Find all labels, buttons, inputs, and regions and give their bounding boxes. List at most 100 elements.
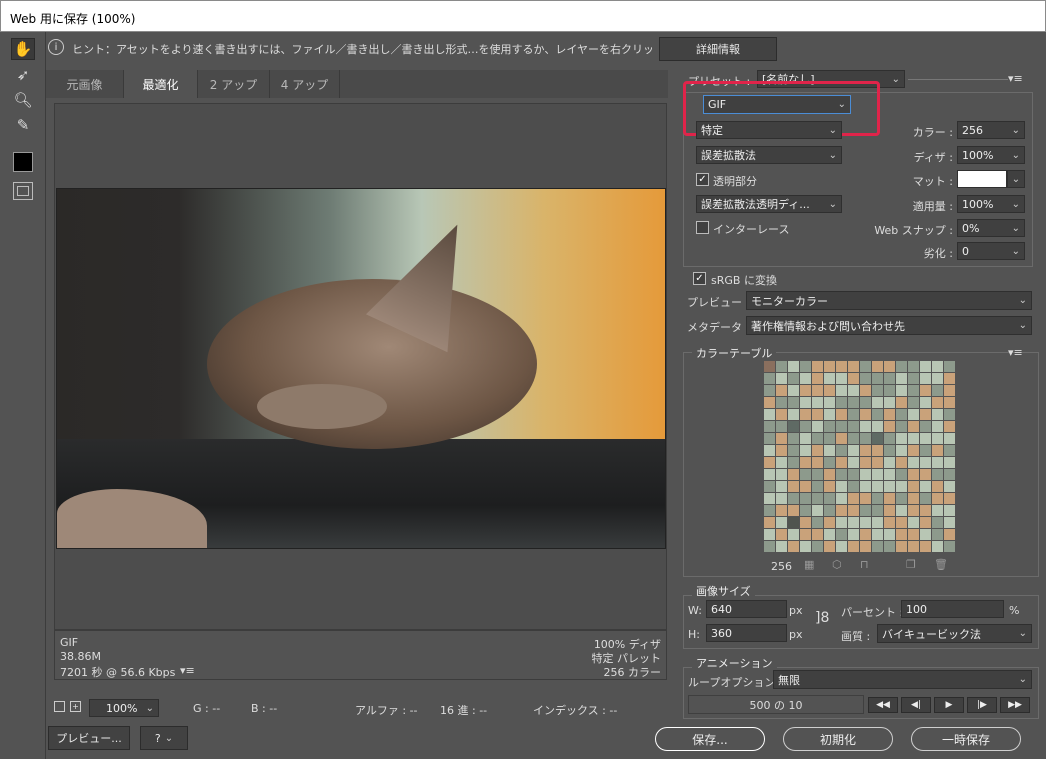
color-swatch[interactable] [944,541,955,552]
color-swatch[interactable] [860,373,871,384]
color-swatch[interactable] [812,529,823,540]
color-swatch[interactable] [872,493,883,504]
color-swatch[interactable] [788,517,799,528]
color-swatch[interactable] [896,505,907,516]
color-swatch[interactable] [788,469,799,480]
color-swatch[interactable] [812,385,823,396]
color-swatch[interactable] [932,517,943,528]
color-swatch[interactable] [812,397,823,408]
color-swatch[interactable] [848,493,859,504]
tab-2up[interactable]: 2 アップ [198,70,270,98]
color-swatch[interactable] [764,541,775,552]
color-swatch[interactable] [764,481,775,492]
new-color-icon[interactable]: ❐ [906,558,916,571]
color-swatch[interactable] [920,505,931,516]
color-swatch[interactable] [824,481,835,492]
color-swatch[interactable] [776,433,787,444]
color-swatch[interactable] [932,493,943,504]
color-swatch[interactable] [836,373,847,384]
color-swatch[interactable] [860,517,871,528]
color-swatch[interactable] [812,505,823,516]
color-swatch[interactable] [788,481,799,492]
color-swatch[interactable] [788,493,799,504]
color-swatch[interactable] [788,421,799,432]
color-swatch[interactable] [872,361,883,372]
color-swatch[interactable] [812,409,823,420]
srgb-checkbox[interactable]: ✓ [693,272,706,285]
temp-save-button[interactable]: 一時保存 [911,727,1021,751]
color-swatch[interactable] [764,445,775,456]
color-swatch[interactable] [872,481,883,492]
tab-optimized[interactable]: 最適化 [124,70,198,98]
color-swatch[interactable] [800,493,811,504]
color-swatch[interactable] [908,517,919,528]
color-swatch[interactable] [932,421,943,432]
color-swatch[interactable] [908,457,919,468]
color-swatch[interactable] [836,457,847,468]
zoom-tool-icon[interactable]: 🔍︎ [11,89,35,111]
color-swatch[interactable] [824,541,835,552]
color-swatch[interactable] [872,421,883,432]
color-swatch[interactable] [884,541,895,552]
color-swatch[interactable] [908,373,919,384]
color-swatch[interactable] [848,469,859,480]
metadata-select[interactable]: 著作権情報および問い合わせ先 ⌄ [746,316,1032,335]
color-swatch[interactable] [824,397,835,408]
color-swatch[interactable] [896,493,907,504]
color-swatch[interactable] [872,469,883,480]
color-swatch[interactable] [788,541,799,552]
color-swatch[interactable] [836,541,847,552]
tab-4up[interactable]: 4 アップ [270,70,340,98]
color-swatch[interactable] [776,397,787,408]
color-swatch[interactable] [896,481,907,492]
color-swatch[interactable] [860,433,871,444]
hand-tool-icon[interactable]: ✋ [11,38,35,60]
color-swatch[interactable] [776,469,787,480]
color-preview-select[interactable]: モニターカラー ⌄ [746,291,1032,310]
color-swatch[interactable] [932,373,943,384]
color-swatch[interactable] [872,457,883,468]
color-swatch[interactable] [920,481,931,492]
color-swatch[interactable] [788,433,799,444]
web-shift-icon[interactable]: ▦ [804,558,814,571]
color-swatch[interactable] [836,409,847,420]
color-swatch[interactable] [884,517,895,528]
details-button[interactable]: 詳細情報 [659,37,777,61]
color-swatch[interactable] [872,397,883,408]
color-swatch[interactable] [764,529,775,540]
color-swatch[interactable] [920,529,931,540]
color-swatch[interactable] [872,445,883,456]
color-swatch[interactable] [932,469,943,480]
color-swatch[interactable] [860,469,871,480]
toggle-slices-icon[interactable] [13,182,33,200]
color-swatch[interactable] [776,445,787,456]
color-swatch[interactable] [944,481,955,492]
color-swatch[interactable] [764,397,775,408]
color-swatch[interactable] [944,373,955,384]
color-swatch[interactable] [812,445,823,456]
color-swatch[interactable] [896,373,907,384]
color-swatch[interactable] [788,373,799,384]
color-swatch[interactable] [800,529,811,540]
color-swatch[interactable] [932,529,943,540]
color-swatch[interactable] [872,385,883,396]
color-swatch[interactable] [932,481,943,492]
color-swatch[interactable] [944,529,955,540]
color-swatch[interactable] [932,433,943,444]
color-swatch[interactable] [920,445,931,456]
color-swatch[interactable] [848,541,859,552]
preview-button[interactable]: プレビュー... [48,726,130,750]
color-swatch[interactable] [800,469,811,480]
color-swatch[interactable] [848,421,859,432]
next-frame-button[interactable]: |▶ [967,697,997,713]
color-swatch[interactable] [908,385,919,396]
color-swatch[interactable] [776,481,787,492]
color-swatch[interactable] [932,361,943,372]
color-swatch[interactable] [920,409,931,420]
color-swatch[interactable] [812,433,823,444]
color-swatch[interactable] [908,361,919,372]
color-swatch[interactable] [920,517,931,528]
color-swatch[interactable] [920,361,931,372]
zoom-out-button[interactable] [54,701,65,712]
last-frame-button[interactable]: ▶▶ [1000,697,1030,713]
